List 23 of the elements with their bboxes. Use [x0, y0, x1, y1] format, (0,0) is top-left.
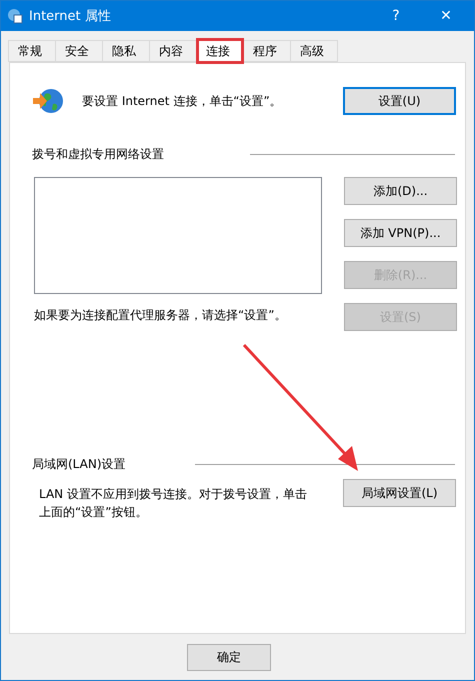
- setup-button[interactable]: 设置(U): [343, 87, 456, 115]
- lan-hint-text: LAN 设置不应用到拨号连接。对于拨号设置，单击上面的“设置”按钮。: [39, 486, 308, 521]
- lan-settings-button[interactable]: 局域网设置(L): [343, 479, 456, 507]
- tab[interactable]: 连接: [196, 38, 244, 64]
- dialup-button[interactable]: 添加 VPN(P)...: [344, 219, 457, 247]
- proxy-hint-text: 如果要为连接配置代理服务器，请选择“设置”。: [34, 307, 286, 324]
- help-button[interactable]: ?: [374, 1, 418, 31]
- close-button[interactable]: ✕: [424, 1, 468, 31]
- app-icon: [7, 8, 23, 24]
- tab[interactable]: 安全: [55, 40, 103, 62]
- tab[interactable]: 常规: [8, 40, 56, 62]
- tab[interactable]: 隐私: [102, 40, 150, 62]
- setup-text: 要设置 Internet 连接，单击“设置”。: [82, 92, 282, 110]
- window-title: Internet 属性: [29, 8, 112, 25]
- section-heading: 局域网(LAN)设置: [32, 456, 126, 473]
- tab[interactable]: 高级: [290, 40, 338, 62]
- tab[interactable]: 程序: [243, 40, 291, 62]
- dialup-button[interactable]: 添加(D)...: [344, 177, 457, 205]
- tab[interactable]: 内容: [149, 40, 197, 62]
- connection-list[interactable]: [34, 177, 322, 294]
- globe-icon: [32, 87, 64, 115]
- ok-button[interactable]: 确定: [187, 644, 271, 670]
- section-heading: 拨号和虚拟专用网络设置: [32, 146, 164, 163]
